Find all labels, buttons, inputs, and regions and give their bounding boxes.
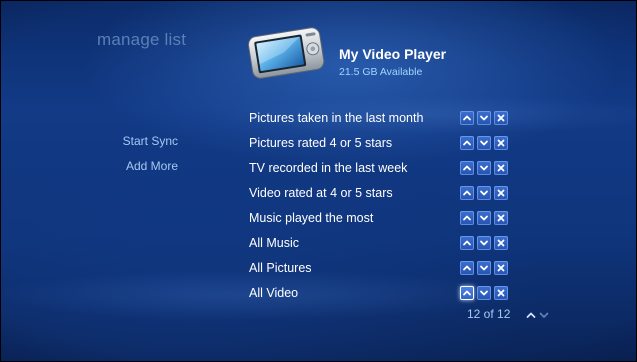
move-up-button[interactable] [460,161,474,175]
chevron-down-icon [480,215,488,221]
chevron-up-icon [463,215,471,221]
page-counter: 12 of 12 [467,307,511,321]
close-icon [497,289,505,297]
chevron-up-icon [463,265,471,271]
start-sync-button[interactable]: Start Sync [58,134,178,148]
move-up-button[interactable] [460,286,474,300]
move-up-button[interactable] [460,261,474,275]
move-up-button[interactable] [460,136,474,150]
move-down-button[interactable] [477,161,491,175]
move-up-button[interactable] [460,186,474,200]
move-down-button[interactable] [477,286,491,300]
close-icon [497,239,505,247]
device-name: My Video Player [339,46,447,62]
move-up-button[interactable] [460,236,474,250]
list-item: All Video [249,282,524,307]
list-item-label: All Video [249,286,299,300]
close-icon [497,114,505,122]
move-down-button[interactable] [477,261,491,275]
list-item: Music played the most [249,207,524,232]
chevron-up-icon [463,240,471,246]
remove-button[interactable] [494,211,508,225]
move-down-button[interactable] [477,111,491,125]
device-available-space: 21.5 GB Available [339,66,423,78]
add-more-button[interactable]: Add More [58,159,178,173]
list-item: All Music [249,232,524,257]
chevron-up-icon [463,115,471,121]
remove-button[interactable] [494,261,508,275]
remove-button[interactable] [494,136,508,150]
list-item-label: All Music [249,236,300,250]
close-icon [497,164,505,172]
move-up-button[interactable] [460,211,474,225]
page-up-button[interactable] [525,309,537,321]
list-item: Video rated at 4 or 5 stars [249,182,524,207]
list-item-label: TV recorded in the last week [249,161,408,175]
list-item-label: Pictures rated 4 or 5 stars [249,136,393,150]
remove-button[interactable] [494,161,508,175]
chevron-down-icon [480,265,488,271]
chevron-up-icon [463,140,471,146]
chevron-down-icon [539,312,549,318]
chevron-down-icon [480,290,488,296]
close-icon [497,139,505,147]
chevron-down-icon [480,140,488,146]
move-down-button[interactable] [477,186,491,200]
list-item-label: Video rated at 4 or 5 stars [249,186,393,200]
list-item-label: Pictures taken in the last month [249,111,424,125]
close-icon [497,264,505,272]
list-item-label: All Pictures [249,261,312,275]
list-item: All Pictures [249,257,524,282]
move-down-button[interactable] [477,136,491,150]
chevron-down-icon [480,165,488,171]
close-icon [497,214,505,222]
remove-button[interactable] [494,111,508,125]
remove-button[interactable] [494,236,508,250]
chevron-down-icon [480,240,488,246]
chevron-up-icon [463,165,471,171]
remove-button[interactable] [494,286,508,300]
sync-list: Pictures taken in the last month Picture… [249,107,524,307]
chevron-up-icon [463,190,471,196]
list-item: Pictures taken in the last month [249,107,524,132]
move-down-button[interactable] [477,211,491,225]
list-item-label: Music played the most [249,211,374,225]
move-down-button[interactable] [477,236,491,250]
portable-media-player-icon [247,27,325,79]
chevron-up-icon [463,290,471,296]
move-up-button[interactable] [460,111,474,125]
page-title: manage list [97,30,187,49]
chevron-down-icon [480,115,488,121]
list-item: TV recorded in the last week [249,157,524,182]
chevron-down-icon [480,190,488,196]
remove-button[interactable] [494,186,508,200]
media-center-screen: manage list My Video Player 21.5 GB Avai… [0,0,637,362]
list-item: Pictures rated 4 or 5 stars [249,132,524,157]
close-icon [497,189,505,197]
chevron-up-icon [526,312,536,318]
page-down-button[interactable] [538,309,550,321]
